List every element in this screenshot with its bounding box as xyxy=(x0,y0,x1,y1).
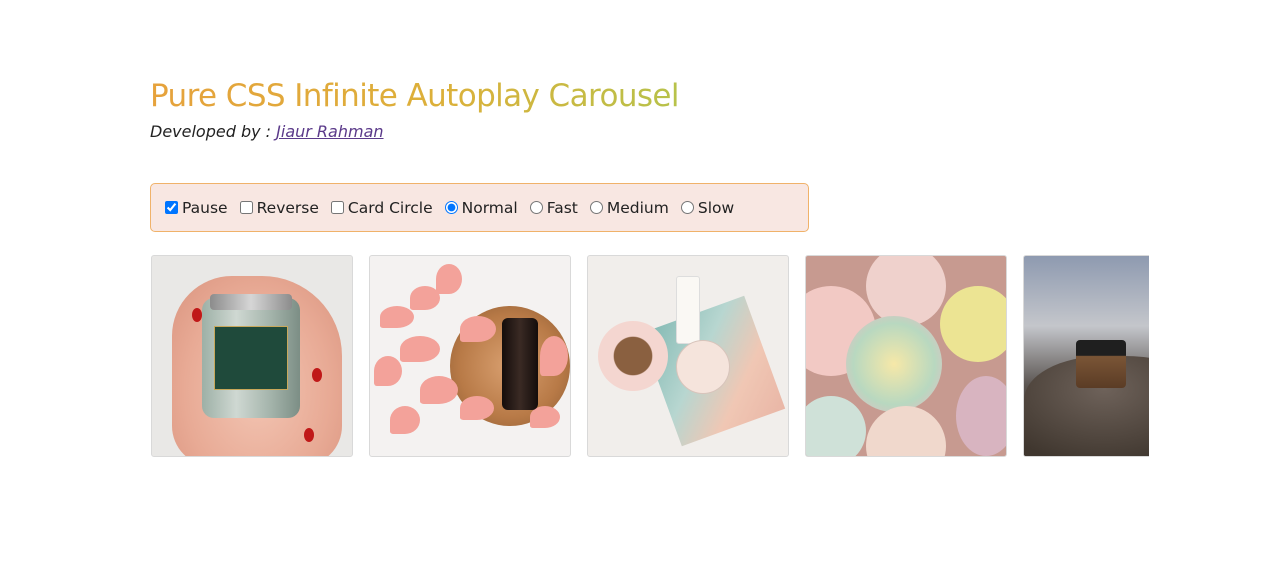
bath-bomb-shape xyxy=(846,316,942,412)
bath-bomb-shape xyxy=(940,286,1006,362)
petal-shape xyxy=(460,396,494,420)
card-circle-checkbox[interactable] xyxy=(330,201,344,214)
carousel-card-rose-petals xyxy=(369,255,571,457)
speed-fast-option[interactable]: Fast xyxy=(529,198,578,217)
speed-fast-label: Fast xyxy=(546,198,578,217)
carousel-controls: Pause Reverse Card Circle Normal Fast Me… xyxy=(150,183,809,232)
developed-by-label: Developed by : xyxy=(150,122,272,141)
petal-shape xyxy=(436,264,462,294)
bath-bomb-shape xyxy=(956,376,1006,456)
pause-option[interactable]: Pause xyxy=(165,199,228,217)
speed-slow-option[interactable]: Slow xyxy=(680,198,735,217)
reverse-checkbox[interactable] xyxy=(239,201,253,214)
amber-jar-shape xyxy=(1076,340,1126,388)
petal-shape xyxy=(380,306,414,328)
spray-bottle-shape xyxy=(676,276,700,344)
round-label-shape xyxy=(676,340,730,394)
sunglasses-shape xyxy=(598,321,668,391)
fingernail-shape xyxy=(312,368,322,382)
carousel-card-jar-on-rocks xyxy=(1023,255,1149,457)
speed-medium-option[interactable]: Medium xyxy=(589,198,669,217)
page-title: Pure CSS Infinite Autoplay Carousel xyxy=(150,74,680,118)
speed-medium-label: Medium xyxy=(606,198,669,217)
speed-normal-label: Normal xyxy=(461,198,518,217)
reverse-option[interactable]: Reverse xyxy=(239,198,319,217)
dropper-bottle-shape xyxy=(502,318,538,410)
pause-checkbox[interactable] xyxy=(165,201,178,214)
petal-shape xyxy=(460,316,496,342)
jar-label-shape xyxy=(214,326,288,390)
card-circle-label: Card Circle xyxy=(347,198,433,217)
fingernail-shape xyxy=(304,428,314,442)
speed-slow-label: Slow xyxy=(697,198,735,217)
petal-shape xyxy=(400,336,440,362)
carousel-card-jar-in-hand xyxy=(151,255,353,457)
petal-shape xyxy=(540,336,568,376)
bath-bomb-shape xyxy=(806,396,866,456)
developer-credit: Developed by : Jiaur Rahman xyxy=(150,121,384,143)
speed-fast-radio[interactable] xyxy=(529,201,543,214)
petal-shape xyxy=(390,406,420,434)
bath-bomb-shape xyxy=(866,256,946,326)
carousel-track xyxy=(150,255,1149,457)
carousel-card-bath-bombs xyxy=(805,255,1007,457)
pause-label: Pause xyxy=(182,198,228,217)
petal-shape xyxy=(420,376,458,404)
reverse-label: Reverse xyxy=(256,198,319,217)
speed-medium-radio[interactable] xyxy=(589,201,603,214)
bath-bomb-shape xyxy=(866,406,946,456)
author-link[interactable]: Jiaur Rahman xyxy=(276,122,383,141)
carousel-card-cosmetics-flatlay xyxy=(587,255,789,457)
speed-normal-option[interactable]: Normal xyxy=(444,198,518,217)
fingernail-shape xyxy=(192,308,202,322)
jar-lid-shape xyxy=(210,294,292,310)
speed-slow-radio[interactable] xyxy=(680,201,694,214)
petal-shape xyxy=(374,356,402,386)
speed-normal-radio[interactable] xyxy=(444,201,458,214)
card-circle-option[interactable]: Card Circle xyxy=(330,198,433,217)
